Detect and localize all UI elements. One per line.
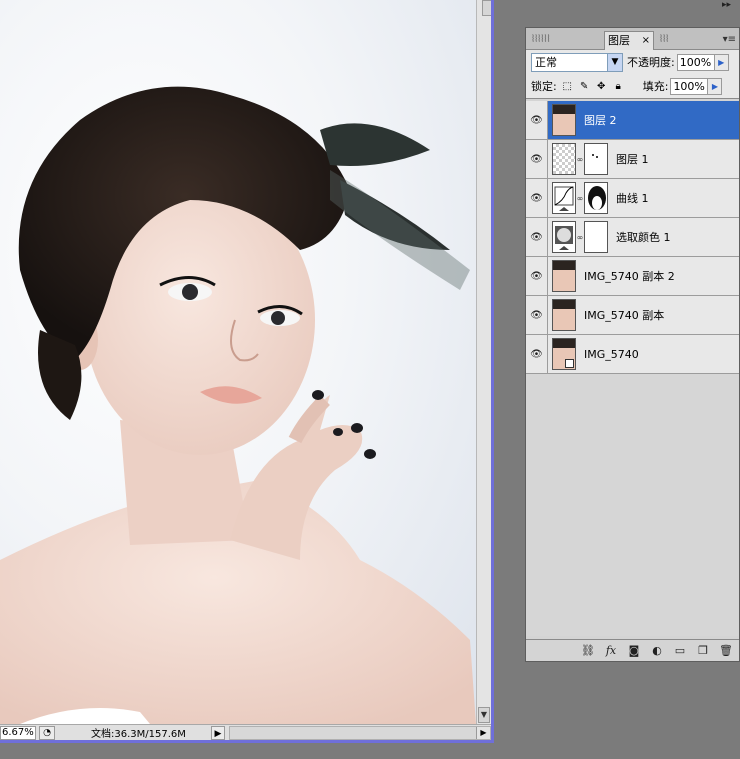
add-mask-icon[interactable]: ◙ [627,644,641,657]
layer-mask-thumbnail[interactable] [584,221,608,253]
lock-pixels-brush-icon[interactable]: ✎ [578,80,591,93]
panel-menu-icon[interactable]: ▾≡ [723,34,736,45]
chevron-down-icon[interactable]: ▼ [607,53,622,71]
opacity-slider-arrow-icon[interactable]: ▶ [714,53,729,71]
lock-all-padlock-icon[interactable]: 🔒︎ [612,80,625,93]
layer-name[interactable]: 曲线 1 [616,190,649,206]
zoom-field[interactable]: 6.67% [0,725,36,740]
smart-object-icon [565,359,574,368]
mask-link-icon[interactable]: ∞ [576,155,584,164]
group-folder-icon[interactable]: ▭ [673,644,687,657]
new-layer-icon[interactable]: ❐ [696,644,710,657]
layer-name[interactable]: IMG_5740 [584,348,639,361]
horizontal-scrollbar[interactable]: ▶ [229,725,491,740]
mask-link-icon[interactable]: ∞ [576,233,584,242]
blend-mode-select[interactable]: 正常 ▼ [531,52,623,72]
layer-name[interactable]: IMG_5740 副本 2 [584,268,675,284]
panel-collapse-icon[interactable]: ▸▸ [722,0,740,27]
layer-thumbnail[interactable] [552,104,576,136]
scroll-down-arrow[interactable]: ▼ [478,707,490,723]
fill-slider-arrow-icon[interactable]: ▶ [708,77,723,95]
layers-panel-footer: ⛓︎ fx ◙ ◐ ▭ ❐ 🗑︎ [526,639,739,661]
document-canvas[interactable] [0,0,476,724]
eye-icon[interactable]: 👁︎ [526,257,548,295]
panel-tab-row: ⦚⦚⦚⦚⦚⦚ 图层 × ⦚⦚⦚ ▾≡ [526,28,739,50]
selective-color-adjustment-icon[interactable] [552,221,576,253]
layer-name[interactable]: 选取颜色 1 [616,229,671,245]
eye-icon[interactable]: 👁︎ [526,179,548,217]
layers-list: 👁︎ 图层 2 👁︎ ∞ 图层 1 👁︎ ∞ 曲线 1 👁︎ ∞ 选取颜色 1 … [526,101,739,636]
collapsed-tabs-left-icon[interactable]: ⦚⦚⦚⦚⦚⦚ [532,34,551,50]
close-icon[interactable]: × [642,32,650,49]
layers-panel: ⦚⦚⦚⦚⦚⦚ 图层 × ⦚⦚⦚ ▾≡ 正常 ▼ 不透明度: 100% ▶ 锁定:… [525,27,740,662]
layer-mask-thumbnail[interactable] [584,182,608,214]
layer-row[interactable]: 👁︎ IMG_5740 副本 [526,296,739,335]
document-size-info: 文档:36.3M/157.6M [91,729,186,740]
layer-name[interactable]: 图层 2 [584,112,617,128]
trash-icon[interactable]: 🗑︎ [719,644,733,657]
tab-layers-label: 图层 [608,34,630,47]
layer-row[interactable]: 👁︎ ∞ 选取颜色 1 [526,218,739,257]
portrait-photo [0,86,476,724]
layer-row[interactable]: 👁︎ ∞ 图层 1 [526,140,739,179]
status-arrow-icon[interactable]: ▶ [211,725,225,740]
layer-mask-thumbnail[interactable] [584,143,608,175]
status-menu-icon[interactable]: ◔ [39,725,55,740]
mask-link-icon[interactable]: ∞ [576,194,584,203]
lock-row: 锁定: ⬚ ✎ ✥ 🔒︎ 填充: 100% ▶ [526,74,739,99]
eye-icon[interactable]: 👁︎ [526,218,548,256]
eye-icon[interactable]: 👁︎ [526,101,548,139]
opacity-label: 不透明度: [627,56,675,69]
fill-field[interactable]: 100% [670,77,709,95]
link-icon[interactable]: ⛓︎ [581,644,595,657]
opacity-field[interactable]: 100% [676,53,715,71]
fx-icon[interactable]: fx [604,644,618,657]
adjustment-icon[interactable]: ◐ [650,644,664,657]
blend-row: 正常 ▼ 不透明度: 100% ▶ [526,50,739,74]
lock-position-move-icon[interactable]: ✥ [595,80,608,93]
layer-name[interactable]: IMG_5740 副本 [584,307,664,323]
fill-label: 填充: [642,80,669,93]
layer-thumbnail[interactable] [552,260,576,292]
curves-adjustment-icon[interactable] [552,182,576,214]
vertical-scrollbar[interactable]: ▼ [476,0,494,724]
lock-label: 锁定: [531,80,557,93]
collapsed-tabs-right-icon[interactable]: ⦚⦚⦚ [660,34,669,50]
layer-row[interactable]: 👁︎ 图层 2 [526,101,739,140]
window-border-right [491,0,494,742]
status-bar: 6.67% ◔ 文档:36.3M/157.6M ▶ ▶ [0,724,491,740]
scroll-right-arrow[interactable]: ▶ [476,726,490,739]
layer-row[interactable]: 👁︎ IMG_5740 [526,335,739,374]
mask-dots-icon [592,154,598,158]
layer-thumbnail[interactable] [552,299,576,331]
layer-thumbnail[interactable] [552,143,576,175]
tab-layers[interactable]: 图层 × [604,31,654,50]
layer-row[interactable]: 👁︎ ∞ 曲线 1 [526,179,739,218]
eye-icon[interactable]: 👁︎ [526,335,548,373]
layer-name[interactable]: 图层 1 [616,151,649,167]
layer-thumbnail[interactable] [552,338,576,370]
window-border-bottom [0,740,494,743]
eye-icon[interactable]: 👁︎ [526,296,548,334]
lock-transparency-icon[interactable]: ⬚ [561,80,574,93]
blend-mode-value: 正常 [535,55,557,69]
layer-row[interactable]: 👁︎ IMG_5740 副本 2 [526,257,739,296]
eye-icon[interactable]: 👁︎ [526,140,548,178]
